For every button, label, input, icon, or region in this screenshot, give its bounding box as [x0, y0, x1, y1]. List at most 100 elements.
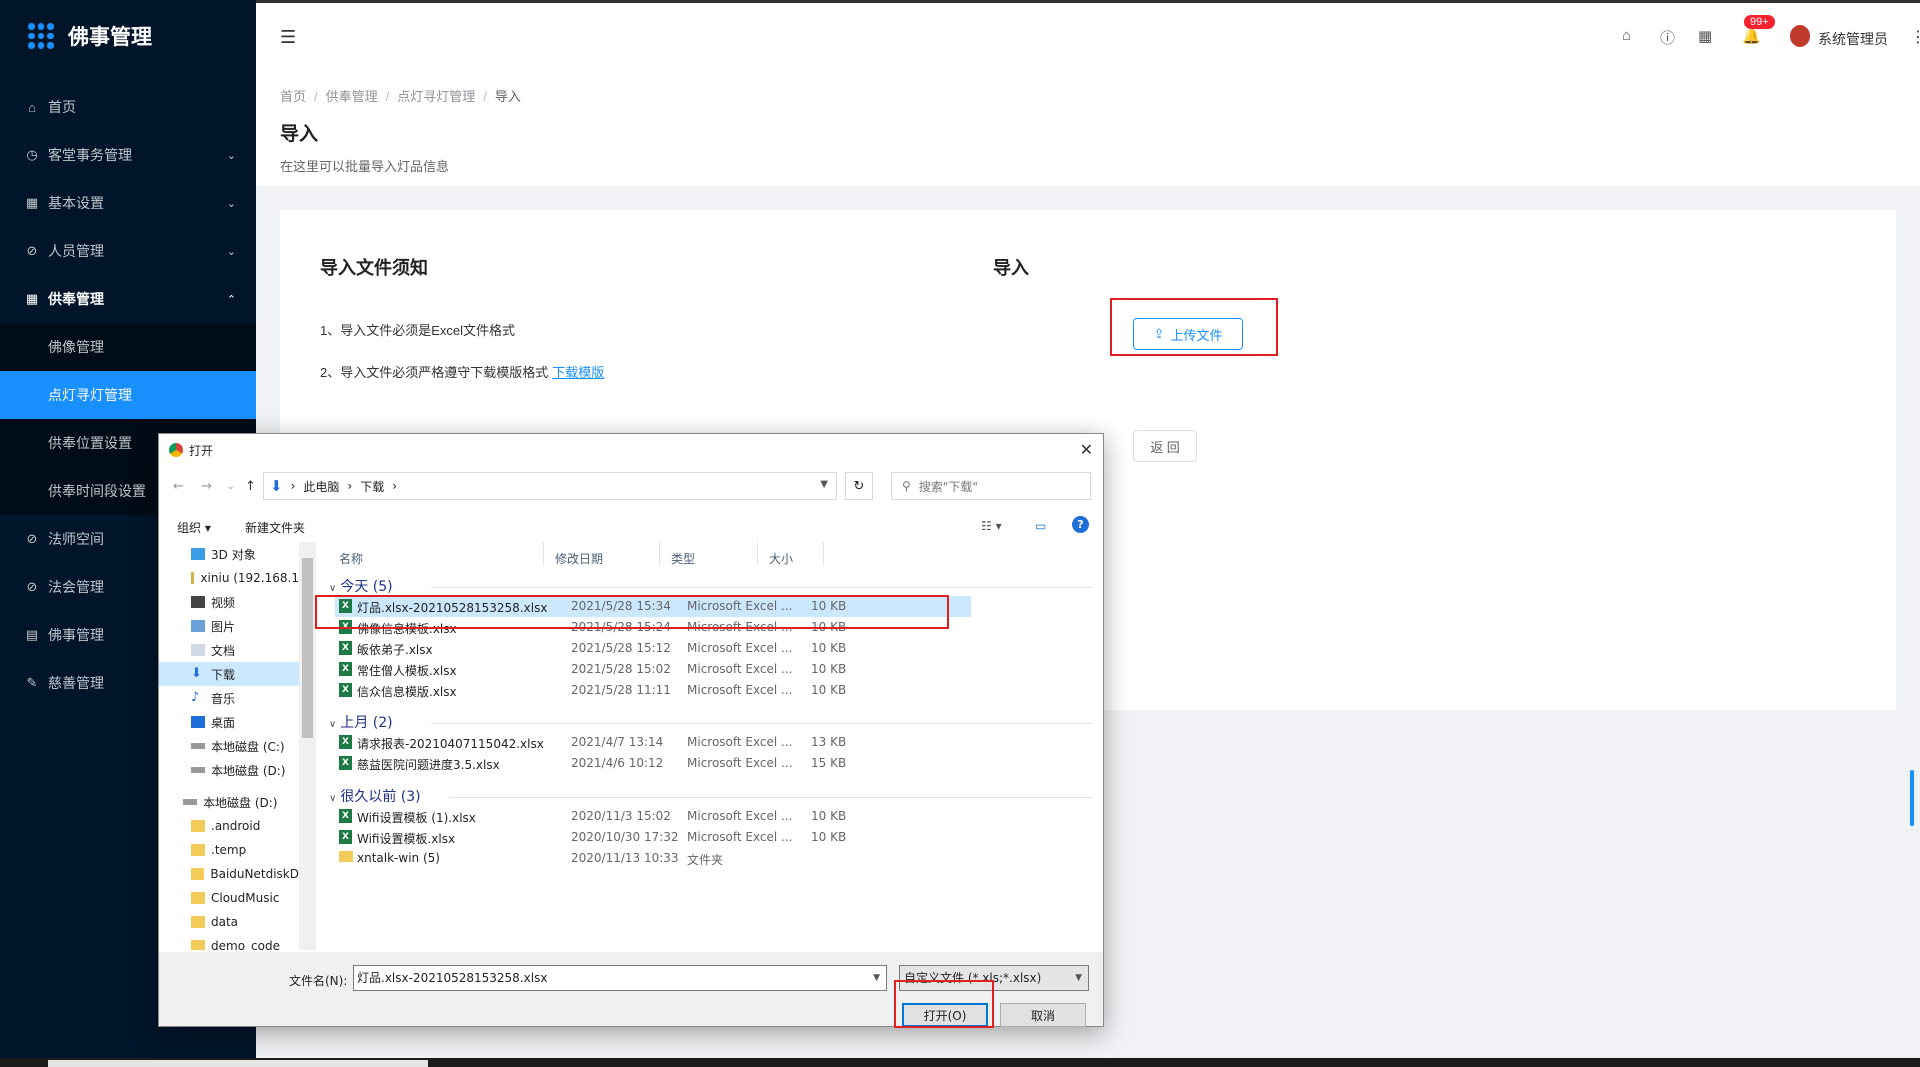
home-icon[interactable]: ⌂ [1622, 27, 1631, 44]
nav-item-android[interactable]: .android [159, 814, 299, 838]
view-options-icon[interactable]: ☷ ▾ [981, 519, 1002, 533]
column-size[interactable]: 大小 [769, 550, 793, 567]
chevron-down-icon[interactable]: ▼ [1075, 966, 1082, 990]
top-bar: ☰ ⌂ ⓘ ▦ 🔔 99+ 系统管理员 ⋮ [256, 0, 1920, 68]
nav-item-pictures[interactable]: 图片 [159, 614, 299, 638]
file-row[interactable]: X 皈依弟子.xlsx 2021/5/28 15:12 Microsoft Ex… [335, 638, 971, 659]
nav-item-baidu[interactable]: BaiduNetdiskD [159, 862, 299, 886]
nav-item-network-drive[interactable]: xiniu (192.168.1 [159, 566, 299, 590]
open-button[interactable]: 打开(O) [902, 1003, 988, 1027]
nav-item-videos[interactable]: 视频 [159, 590, 299, 614]
clock-icon: ◷ [26, 147, 38, 162]
layout-icon[interactable]: ▦ [1698, 27, 1712, 45]
breadcrumb-lamp-management[interactable]: 点灯寻灯管理 [397, 89, 475, 104]
filetype-select[interactable]: 自定义文件 (*.xls;*.xlsx) ▼ [899, 965, 1089, 991]
table-icon: ▦ [25, 291, 39, 306]
chevron-down-icon[interactable]: ▼ [820, 479, 828, 490]
sidebar-item-buddha-statues[interactable]: 佛像管理 [0, 323, 256, 371]
nav-item-downloads[interactable]: ⬇ 下载 [159, 662, 299, 686]
bell-icon[interactable]: 🔔 [1742, 27, 1761, 45]
check-circle-icon: ⊘ [26, 579, 38, 594]
file-row[interactable]: X Wifi设置模板.xlsx 2020/10/30 17:32 Microso… [335, 827, 971, 848]
breadcrumb-home[interactable]: 首页 [280, 89, 306, 104]
sidebar-item-offerings[interactable]: ▦ 供奉管理 ⌃ [0, 275, 256, 323]
folder-row[interactable]: xntalk-win (5) 2020/11/13 10:33 文件夹 [335, 848, 971, 869]
app-logo[interactable]: 佛事管理 [0, 0, 256, 72]
help-icon[interactable]: ? [1072, 516, 1089, 533]
sidebar-item-personnel[interactable]: ⊘ 人员管理 ⌄ [0, 227, 256, 275]
filename-label: 文件名(N): [289, 974, 348, 988]
chevron-down-icon: ∨ [329, 719, 337, 730]
upload-file-button[interactable]: ⇪ 上传文件 [1133, 318, 1243, 350]
column-date[interactable]: 修改日期 [555, 550, 603, 567]
breadcrumb: 首页 / 供奉管理 / 点灯寻灯管理 / 导入 [280, 89, 521, 104]
back-arrow-icon[interactable]: ← [173, 479, 184, 494]
nav-item-drive-d-expanded[interactable]: 本地磁盘 (D:) [159, 790, 299, 814]
breadcrumb-offerings[interactable]: 供奉管理 [326, 89, 378, 104]
sidebar-item-hall-affairs[interactable]: ◷ 客堂事务管理 ⌄ [0, 131, 256, 179]
avatar[interactable] [1790, 25, 1810, 47]
file-row[interactable]: X 灯品.xlsx-20210528153258.xlsx 2021/5/28 … [335, 596, 971, 617]
nav-item-documents[interactable]: 文档 [159, 638, 299, 662]
path-downloads[interactable]: 下载 [360, 478, 384, 495]
scrollbar-thumb[interactable] [302, 558, 313, 738]
address-bar[interactable]: ⬇ › 此电脑 › 下载 › ▼ [263, 472, 837, 500]
sidebar-item-home[interactable]: ⌂ 首页 [0, 83, 256, 131]
download-template-link[interactable]: 下载模版 [552, 365, 604, 380]
nav-scrollbar[interactable] [299, 542, 316, 950]
preview-pane-icon[interactable]: ▭ [1035, 519, 1046, 533]
file-row[interactable]: X Wifi设置模板 (1).xlsx 2020/11/3 15:02 Micr… [335, 806, 971, 827]
column-type[interactable]: 类型 [671, 550, 695, 567]
search-input[interactable]: ⚲ 搜索"下载" [891, 472, 1091, 500]
search-icon: ⚲ [902, 479, 911, 493]
table-icon: ▦ [25, 195, 39, 210]
filename-input[interactable]: 灯品.xlsx-20210528153258.xlsx ▼ [353, 965, 887, 991]
organize-button[interactable]: 组织 ▾ [177, 519, 211, 536]
group-last-month[interactable]: ∨ 上月 (2) [329, 712, 393, 732]
up-arrow-icon[interactable]: ↑ [245, 479, 256, 494]
sidebar-item-lamp-management[interactable]: 点灯寻灯管理 [0, 371, 256, 419]
video-icon [191, 596, 205, 608]
nav-item-desktop[interactable]: 桌面 [159, 710, 299, 734]
music-icon: ♪ [191, 690, 200, 705]
drive-icon [183, 799, 197, 805]
back-button[interactable]: 返 回 [1133, 430, 1197, 462]
excel-file-icon: X [339, 830, 352, 844]
more-vertical-icon[interactable]: ⋮ [1910, 27, 1920, 47]
file-row[interactable]: X 请求报表-20210407115042.xlsx 2021/4/7 13:1… [335, 732, 971, 753]
cancel-button[interactable]: 取消 [1000, 1003, 1086, 1027]
upload-icon: ⇪ [1153, 326, 1165, 341]
chrome-icon [169, 443, 183, 457]
column-name[interactable]: 名称 [339, 550, 363, 567]
nav-item-data[interactable]: data [159, 910, 299, 934]
nav-item-3d-objects[interactable]: 3D 对象 [159, 542, 299, 566]
recent-dropdown-icon[interactable]: ⌄ [227, 482, 235, 492]
nav-item-cloudmusic[interactable]: CloudMusic [159, 886, 299, 910]
file-row[interactable]: X 佛像信息模板.xlsx 2021/5/28 15:24 Microsoft … [335, 617, 971, 638]
nav-item-drive-d[interactable]: 本地磁盘 (D:) [159, 758, 299, 782]
file-row[interactable]: X 常住僧人模板.xlsx 2021/5/28 15:02 Microsoft … [335, 659, 971, 680]
excel-file-icon: X [339, 683, 352, 697]
group-today[interactable]: ∨ 今天 (5) [329, 576, 393, 596]
page-scrollbar[interactable] [1910, 770, 1914, 826]
nav-item-drive-c[interactable]: 本地磁盘 (C:) [159, 734, 299, 758]
help-icon[interactable]: ⓘ [1660, 27, 1675, 48]
username[interactable]: 系统管理员 [1818, 29, 1888, 49]
group-long-ago[interactable]: ∨ 很久以前 (3) [329, 786, 421, 806]
nav-item-temp[interactable]: .temp [159, 838, 299, 862]
menu-fold-icon[interactable]: ☰ [280, 27, 296, 48]
folder-icon [191, 868, 205, 880]
file-row[interactable]: X 信众信息模版.xlsx 2021/5/28 11:11 Microsoft … [335, 680, 971, 701]
new-folder-button[interactable]: 新建文件夹 [245, 519, 305, 536]
path-this-pc[interactable]: 此电脑 [303, 478, 339, 495]
refresh-button[interactable]: ↻ [845, 472, 873, 500]
nav-item-music[interactable]: ♪ 音乐 [159, 686, 299, 710]
sidebar-item-basic-settings[interactable]: ▦ 基本设置 ⌄ [0, 179, 256, 227]
chevron-down-icon[interactable]: ▼ [873, 966, 880, 990]
close-icon[interactable]: ✕ [1080, 440, 1093, 459]
forward-arrow-icon[interactable]: → [201, 479, 212, 494]
file-row[interactable]: X 慈益医院问题进度3.5.xlsx 2021/4/6 10:12 Micros… [335, 753, 971, 774]
nav-item-demo-code[interactable]: demo_code [159, 934, 299, 950]
breadcrumb-current: 导入 [494, 89, 521, 104]
excel-file-icon: X [339, 809, 352, 823]
